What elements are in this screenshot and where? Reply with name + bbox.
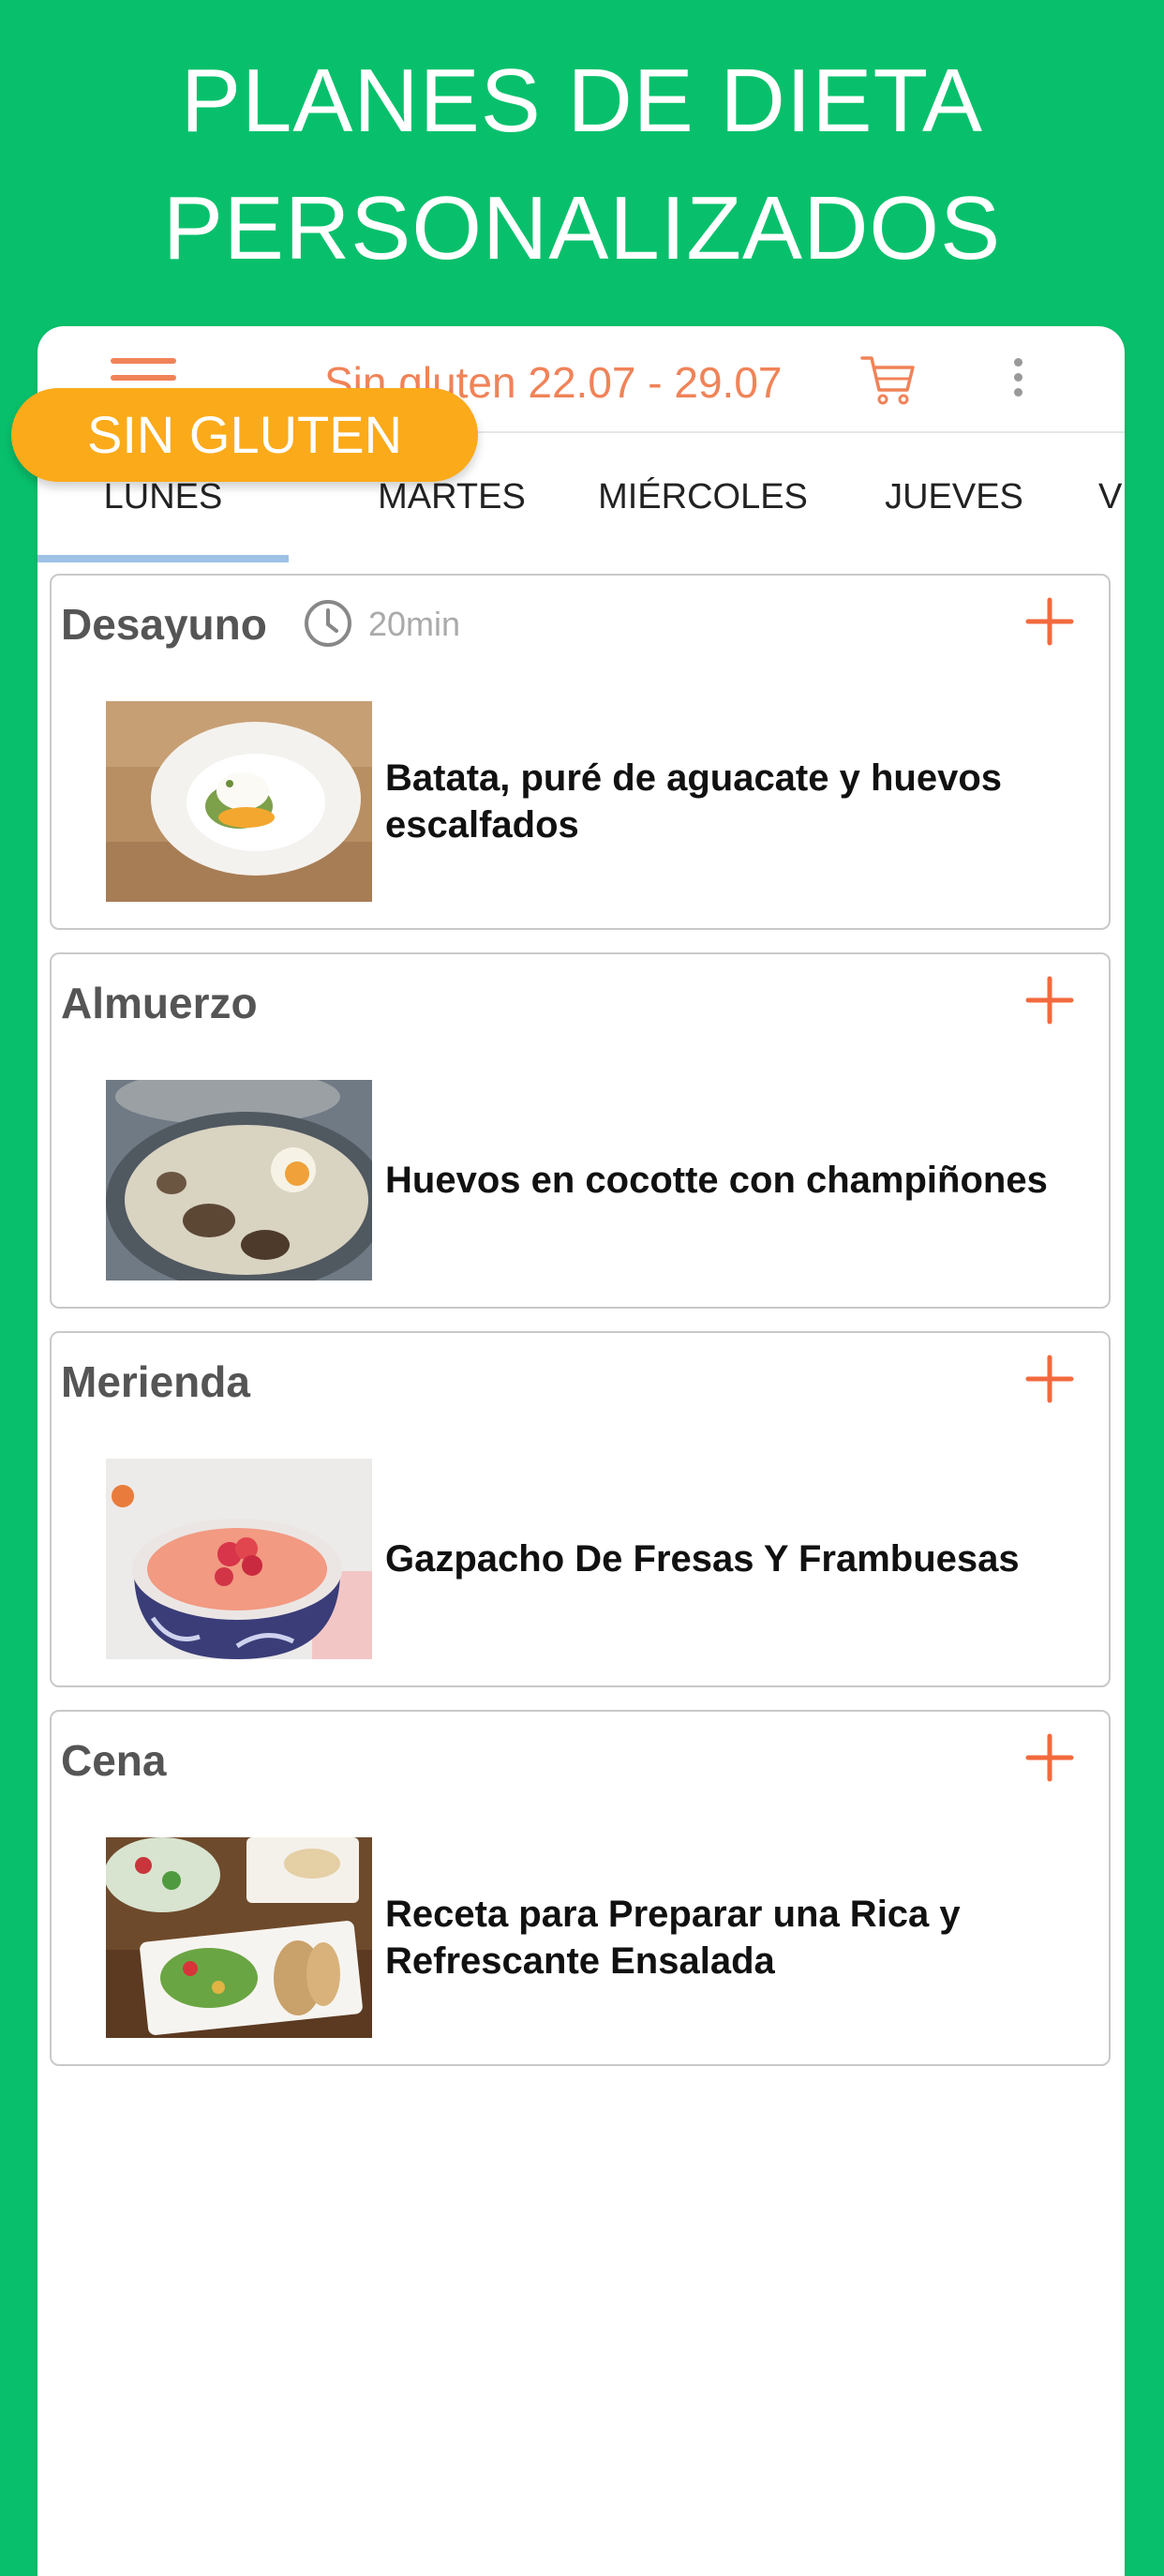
meal-card-almuerzo: Almuerzo Huevos en cocotte con champiñon… (50, 952, 1111, 1309)
recipe-name: Gazpacho De Fresas Y Frambuesas (385, 1538, 1020, 1580)
shopping-cart-icon[interactable] (858, 349, 918, 409)
recipe-image-salad (106, 1837, 372, 2038)
meal-title: Desayuno (61, 600, 267, 649)
recipe-name: Batata, puré de aguacate y huevos escalf… (385, 757, 1003, 846)
headline: PLANES DE DIETA PERSONALIZADOS (0, 37, 1164, 292)
diet-badge: SIN GLUTEN (11, 388, 478, 482)
meal-card-merienda: Merienda Gazpacho De Fresas Y Frambuesas (50, 1331, 1111, 1687)
recipe-item[interactable]: Batata, puré de aguacate y huevos escalf… (106, 701, 1099, 902)
recipe-image-gazpacho (106, 1459, 372, 1659)
tab-selected-indicator (37, 555, 289, 562)
meal-title: Cena (61, 1736, 167, 1785)
app-screen: Sin gluten 22.07 - 29.07 LUNES MARTES MI… (37, 326, 1125, 2576)
recipe-image-poached-eggs (106, 701, 372, 902)
headline-line-2: PERSONALIZADOS (162, 178, 1002, 278)
recipe-item[interactable]: Huevos en cocotte con champiñones (106, 1080, 1099, 1281)
meal-time: 20min (368, 605, 461, 643)
meal-card-cena: Cena Receta para Preparar una Rica y Ref… (50, 1710, 1111, 2066)
add-icon[interactable] (1024, 596, 1075, 647)
tab-viernes[interactable]: V (1098, 469, 1125, 525)
more-vertical-icon[interactable] (1008, 354, 1027, 401)
recipe-item[interactable]: Gazpacho De Fresas Y Frambuesas (106, 1459, 1099, 1659)
tab-miercoles[interactable]: MIÉRCOLES (577, 469, 828, 525)
clock-icon (305, 600, 351, 647)
meal-title: Almuerzo (61, 979, 258, 1027)
tab-jueves[interactable]: JUEVES (828, 469, 1080, 525)
meal-card-desayuno: Desayuno 20min Batata, puré de aguacate … (50, 574, 1111, 930)
add-icon[interactable] (1024, 1354, 1075, 1404)
recipe-item[interactable]: Receta para Preparar una Rica y Refresca… (106, 1837, 1099, 2038)
meal-title: Merienda (61, 1357, 250, 1406)
recipe-image-eggs-cocotte (106, 1080, 372, 1281)
add-icon[interactable] (1024, 1732, 1075, 1783)
recipe-name: Receta para Preparar una Rica y Refresca… (385, 1894, 961, 1982)
add-icon[interactable] (1024, 975, 1075, 1026)
headline-line-1: PLANES DE DIETA (180, 51, 984, 151)
recipe-name: Huevos en cocotte con champiñones (385, 1160, 1048, 1201)
